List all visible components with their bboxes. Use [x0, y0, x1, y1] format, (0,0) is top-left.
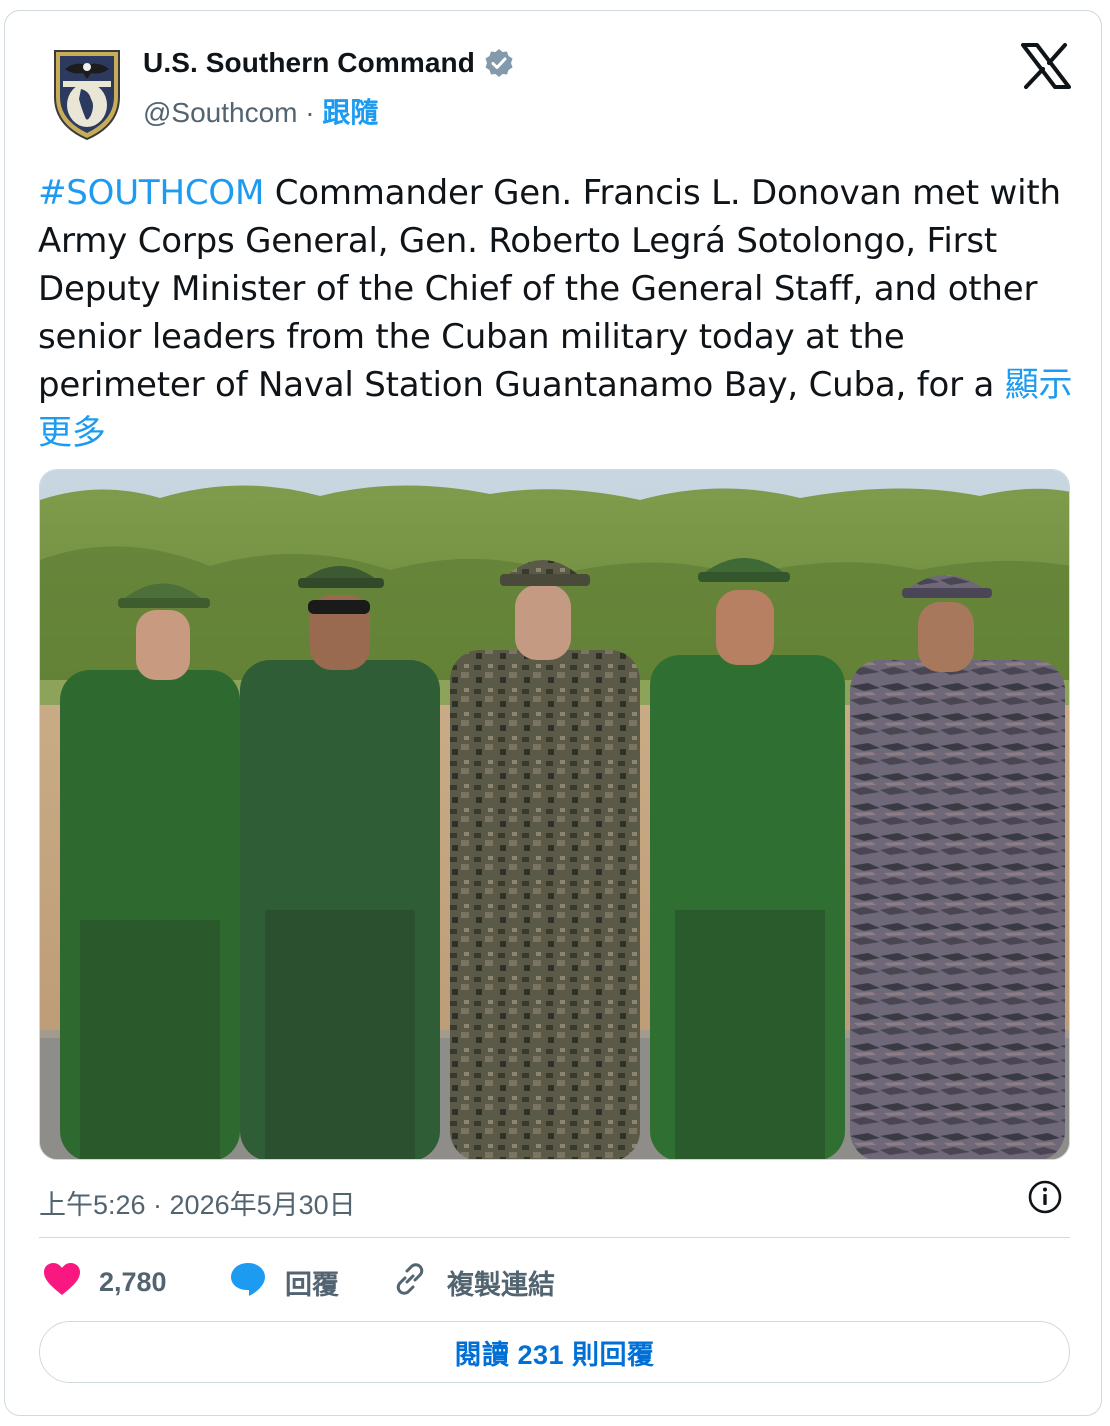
hashtag-link[interactable]: #SOUTHCOM [38, 173, 264, 213]
read-replies-button[interactable]: 閱讀 231 則回覆 [39, 1321, 1070, 1383]
handle-separator: · [305, 97, 315, 128]
handle-row: @Southcom · 跟隨 [143, 91, 378, 131]
link-icon [391, 1260, 447, 1305]
like-count: 2,780 [99, 1266, 167, 1297]
follow-button[interactable]: 跟隨 [322, 97, 378, 128]
name-row: U.S. Southern Command [143, 47, 515, 79]
account-handle[interactable]: @Southcom [143, 97, 298, 128]
post-timestamp[interactable]: 上午5:26 · 2026年5月30日 [39, 1183, 356, 1222]
verified-badge-icon [483, 47, 515, 79]
post-card: U.S. Southern Command @Southcom · 跟隨 #SO… [4, 10, 1102, 1416]
post-header: U.S. Southern Command @Southcom · 跟隨 [5, 11, 1101, 151]
divider [39, 1237, 1070, 1238]
post-photo[interactable] [39, 469, 1070, 1160]
avatar[interactable] [51, 45, 123, 141]
info-icon[interactable] [1027, 1179, 1063, 1215]
like-button[interactable]: 2,780 [43, 1257, 167, 1307]
heart-icon [43, 1262, 99, 1303]
account-name[interactable]: U.S. Southern Command [143, 47, 475, 79]
reply-bubble-icon [229, 1261, 285, 1304]
copy-link-button[interactable]: 複製連結 [391, 1257, 555, 1307]
x-logo-icon[interactable] [1021, 43, 1071, 89]
reply-label: 回覆 [285, 1269, 339, 1300]
reply-button[interactable]: 回覆 [229, 1257, 339, 1307]
action-bar: 2,780 回覆 複製連結 [39, 1257, 1070, 1307]
post-text: #SOUTHCOM Commander Gen. Francis L. Dono… [38, 169, 1078, 457]
copy-link-label: 複製連結 [447, 1269, 555, 1300]
